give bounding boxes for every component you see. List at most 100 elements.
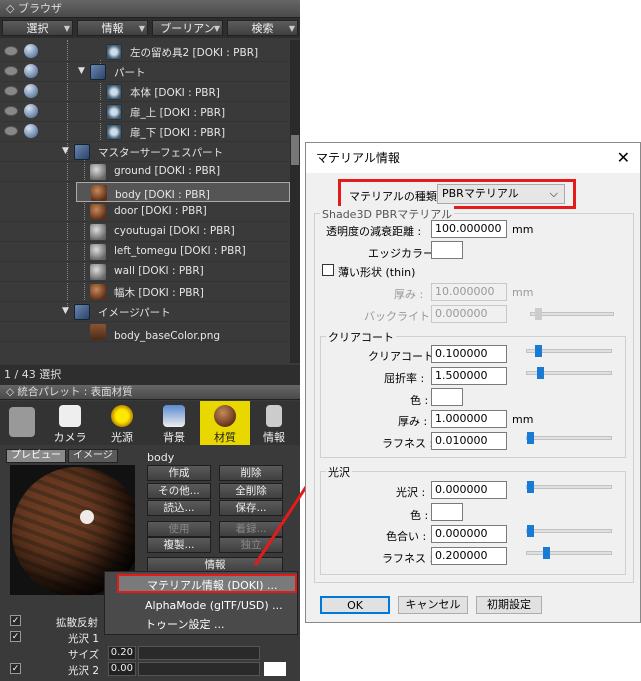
sheen-roughness-input[interactable]: 0.200000 xyxy=(431,547,507,565)
render-toggle-icon[interactable] xyxy=(24,44,38,58)
search-button[interactable]: 検索 ▼ xyxy=(227,20,298,36)
clearcoat-thickness-label: 厚み : xyxy=(398,415,428,428)
clearcoat-input[interactable]: 0.100000 xyxy=(431,345,507,363)
tab-background[interactable]: 背景 xyxy=(148,401,200,445)
tree-row[interactable]: left_tomegu [DOKI : PBR] xyxy=(0,242,290,262)
tab-light[interactable]: 光源 xyxy=(96,401,148,445)
dialog-title: マテリアル情報 xyxy=(316,151,400,165)
other-button[interactable]: その他... xyxy=(147,483,211,499)
transmission-input[interactable]: 100.000000 xyxy=(431,220,507,238)
size-value[interactable]: 0.20 xyxy=(108,646,136,660)
cancel-button[interactable]: キャンセル xyxy=(398,596,468,614)
tab-camera[interactable]: カメラ xyxy=(44,401,96,445)
backlight-slider[interactable] xyxy=(530,308,614,320)
info-button[interactable]: 情報 ▼ xyxy=(77,20,148,36)
tree-row[interactable]: 左の留め具2 [DOKI : PBR] xyxy=(0,42,290,62)
use-button[interactable]: 使用 xyxy=(147,521,211,537)
ok-button[interactable]: OK xyxy=(320,596,390,614)
duplicate-button[interactable]: 複製... xyxy=(147,537,211,553)
tree-row[interactable]: body_baseColor.png xyxy=(0,322,290,342)
slider-knob[interactable] xyxy=(527,432,534,444)
render-toggle-icon[interactable] xyxy=(24,124,38,138)
eye-icon[interactable] xyxy=(4,86,18,96)
eye-icon[interactable] xyxy=(4,46,18,56)
slider-knob[interactable] xyxy=(535,345,542,357)
diffuse-checkbox[interactable]: ✓ xyxy=(10,615,21,626)
menu-item-toon[interactable]: トゥーン設定 ... xyxy=(105,615,299,634)
close-icon[interactable]: ✕ xyxy=(617,143,630,173)
boolean-button[interactable]: ブーリアン ▼ xyxy=(152,20,223,36)
tree-row[interactable]: wall [DOKI : PBR] xyxy=(0,262,290,282)
render-toggle-icon[interactable] xyxy=(24,84,38,98)
tree-row[interactable]: ground [DOKI : PBR] xyxy=(0,162,290,182)
slider-knob[interactable] xyxy=(527,481,534,493)
tree-row[interactable]: 扉_下 [DOKI : PBR] xyxy=(0,122,290,142)
sheen-input[interactable]: 0.000000 xyxy=(431,481,507,499)
clearcoat-color-swatch[interactable] xyxy=(431,388,463,406)
tree-row[interactable]: ▼ イメージパート xyxy=(0,302,290,322)
tree-row[interactable]: door [DOKI : PBR] xyxy=(0,202,290,222)
clearcoat-thickness-input[interactable]: 1.000000 xyxy=(431,410,507,428)
eye-icon[interactable] xyxy=(4,106,18,116)
gloss2-row: ✓ 光沢 2 0.00 xyxy=(6,661,296,678)
tool-icon-tab[interactable] xyxy=(0,401,44,445)
tree-row[interactable]: 幅木 [DOKI : PBR] xyxy=(0,282,290,302)
tab-image[interactable]: イメージ xyxy=(68,449,118,463)
eye-icon[interactable] xyxy=(4,66,18,76)
tree-row[interactable]: cyoutugai [DOKI : PBR] xyxy=(0,222,290,242)
edge-color-swatch[interactable] xyxy=(431,241,463,259)
size-slider[interactable] xyxy=(138,646,260,660)
clearcoat-roughness-slider[interactable] xyxy=(526,432,612,444)
load-button[interactable]: 読込... xyxy=(147,500,211,516)
gloss2-value[interactable]: 0.00 xyxy=(108,662,136,676)
tree-row[interactable]: ▼ パート xyxy=(0,62,290,82)
sheen-color-label: 色 : xyxy=(410,509,429,522)
sheen-color-swatch[interactable] xyxy=(431,503,463,521)
sheen-tint-input[interactable]: 0.000000 xyxy=(431,525,507,543)
sheen-roughness-slider[interactable] xyxy=(526,547,612,559)
reset-button[interactable]: 初期設定 xyxy=(476,596,542,614)
tree-row[interactable]: ▼ マスターサーフェスパート xyxy=(0,142,290,162)
sheen-tint-slider[interactable] xyxy=(526,525,612,537)
ior-input[interactable]: 1.500000 xyxy=(431,367,507,385)
slider-knob[interactable] xyxy=(537,367,544,379)
tree-row[interactable]: 扉_上 [DOKI : PBR] xyxy=(0,102,290,122)
tree-scrollbar[interactable] xyxy=(290,40,300,363)
tree-row-label: 本体 [DOKI : PBR] xyxy=(130,87,220,99)
scrollbar-thumb[interactable] xyxy=(291,135,299,165)
gloss1-checkbox[interactable]: ✓ xyxy=(10,631,21,642)
expand-triangle-icon[interactable]: ▼ xyxy=(62,306,69,316)
select-button[interactable]: 選択 ▼ xyxy=(2,20,73,36)
ior-slider[interactable] xyxy=(526,367,612,379)
part-icon xyxy=(74,304,90,320)
tab-preview[interactable]: プレビュー xyxy=(6,449,66,463)
slider-knob[interactable] xyxy=(543,547,550,559)
slider-knob[interactable] xyxy=(535,308,542,320)
tree-row-selected[interactable]: body [DOKI : PBR] xyxy=(76,182,290,202)
material-type-select[interactable]: PBRマテリアル ⌵ xyxy=(437,184,565,204)
clearcoat-slider[interactable] xyxy=(526,345,612,357)
tab-material-label: 材質 xyxy=(214,431,236,444)
menu-item-material-info[interactable]: マテリアル情報 (DOKI) ... xyxy=(117,574,297,593)
gloss1-label: 光沢 1 xyxy=(68,633,100,645)
thin-thickness-input[interactable]: 10.000000 xyxy=(431,283,507,301)
create-button[interactable]: 作成 xyxy=(147,465,211,481)
thin-checkbox[interactable] xyxy=(322,264,334,276)
tree-row[interactable]: 本体 [DOKI : PBR] xyxy=(0,82,290,102)
gloss2-slider[interactable] xyxy=(138,662,260,676)
render-toggle-icon[interactable] xyxy=(24,64,38,78)
tree-row-label: 扉_下 [DOKI : PBR] xyxy=(130,127,226,139)
eye-icon[interactable] xyxy=(4,126,18,136)
backlight-input[interactable]: 0.000000 xyxy=(431,305,507,323)
expand-triangle-icon[interactable]: ▼ xyxy=(78,66,85,76)
tab-material[interactable]: 材質 xyxy=(200,401,250,445)
render-toggle-icon[interactable] xyxy=(24,104,38,118)
scene-tree[interactable]: 左の留め具2 [DOKI : PBR] ▼ パート 本体 [DOKI : PBR]… xyxy=(0,40,290,363)
gloss2-checkbox[interactable]: ✓ xyxy=(10,663,21,674)
expand-triangle-icon[interactable]: ▼ xyxy=(62,146,69,156)
sheen-slider[interactable] xyxy=(526,481,612,493)
menu-item-alphamode[interactable]: AlphaMode (glTF/USD) ... xyxy=(105,596,299,615)
slider-knob[interactable] xyxy=(527,525,534,537)
clearcoat-roughness-input[interactable]: 0.010000 xyxy=(431,432,507,450)
gloss2-color-swatch[interactable] xyxy=(264,662,286,676)
